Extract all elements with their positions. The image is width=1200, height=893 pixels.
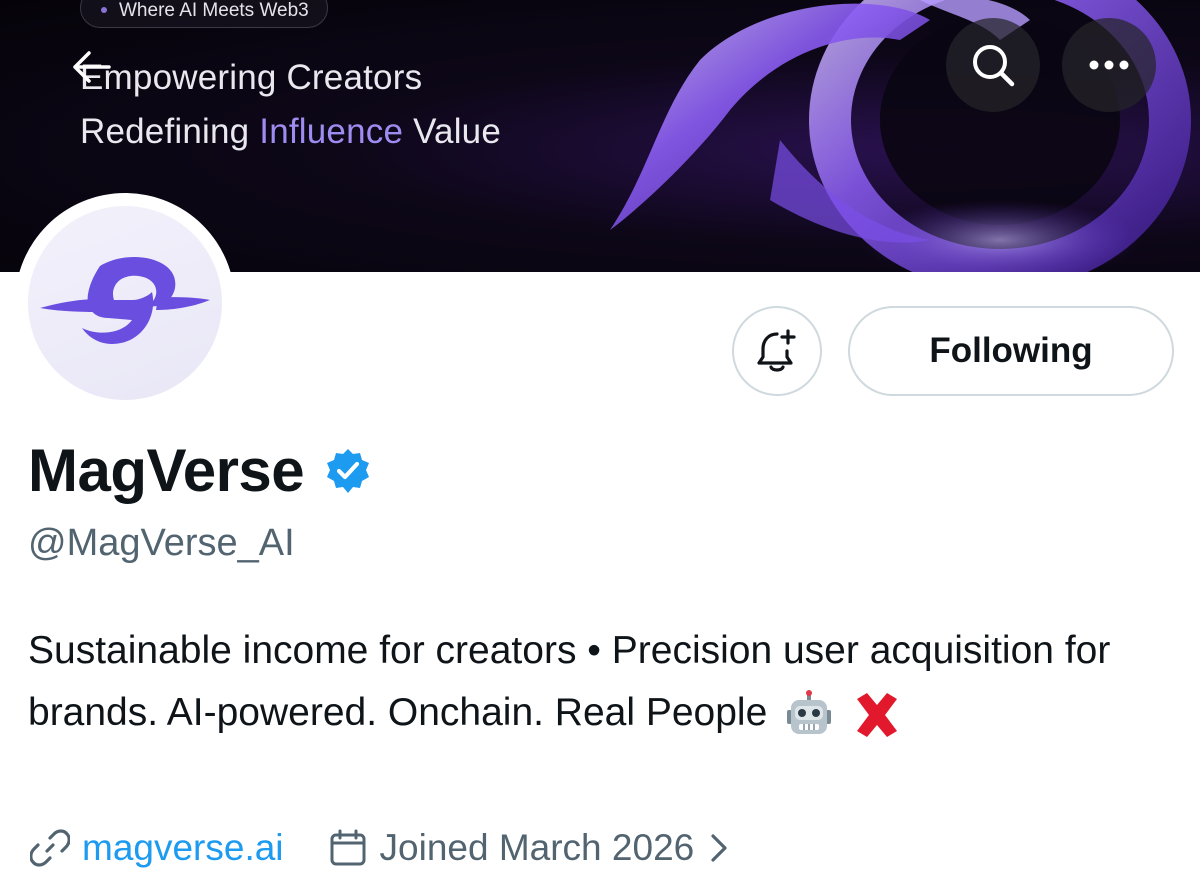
display-name: MagVerse	[28, 437, 305, 504]
profile-meta: magverse.ai Joined March 2026	[30, 822, 730, 874]
magverse-logo-icon	[40, 257, 210, 344]
bell-plus-icon	[757, 329, 796, 372]
arrow-left-icon	[73, 51, 111, 83]
following-button[interactable]: Following	[848, 306, 1174, 396]
user-handle: @MagVerse_AI	[28, 522, 295, 564]
link-icon	[30, 829, 70, 867]
avatar[interactable]	[15, 193, 235, 413]
pill-text: Where AI Meets Web3	[119, 0, 309, 21]
tagline-2-post: Value	[413, 112, 501, 151]
cross-mark-emoji	[856, 692, 897, 737]
pill-dot	[101, 7, 107, 13]
search-button[interactable]	[946, 18, 1040, 112]
notifications-button[interactable]	[732, 306, 822, 396]
chevron-right-icon[interactable]	[708, 831, 730, 865]
bio: Sustainable income for creators • Precis…	[28, 620, 1128, 744]
back-button[interactable]	[66, 42, 116, 92]
avatar-image	[28, 206, 222, 400]
search-icon	[973, 45, 1015, 87]
name-row: MagVerse	[28, 436, 372, 505]
more-horizontal-icon	[1089, 60, 1129, 70]
banner-tagline-1: Empowering Creators	[80, 58, 423, 97]
calendar-icon	[330, 829, 366, 866]
banner-tagline-2: Redefining Influence Value	[80, 112, 501, 152]
more-button[interactable]	[1062, 18, 1156, 112]
verified-badge-icon[interactable]	[324, 447, 372, 495]
tagline-2-highlight: Influence	[259, 112, 404, 151]
website-link[interactable]: magverse.ai	[82, 827, 284, 869]
tagline-2-pre: Redefining	[80, 112, 250, 151]
bio-text: Sustainable income for creators • Precis…	[28, 629, 1111, 734]
robot-emoji	[787, 689, 832, 734]
joined-date: Joined March 2026	[379, 827, 695, 868]
banner-pill: Where AI Meets Web3	[80, 0, 328, 28]
